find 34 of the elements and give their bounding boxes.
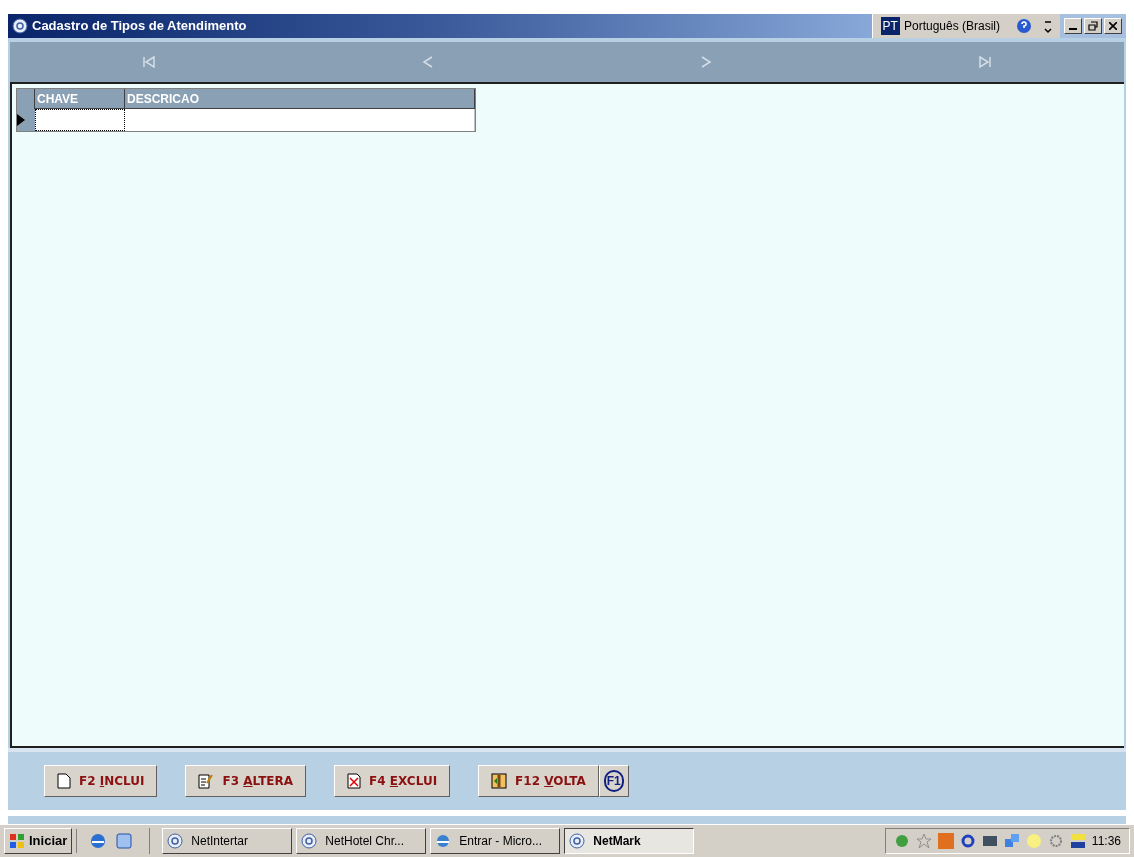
minimize-button[interactable] [1064,18,1082,34]
taskbar-button[interactable]: NetIntertar [162,828,293,854]
action-button[interactable]: F4 EXCLUI [334,765,451,797]
last-record-icon[interactable] [976,54,993,70]
help-button[interactable]: F1 [598,765,629,797]
minimize-icon [1069,28,1077,30]
windows-logo-icon [9,833,25,849]
action-button[interactable]: F3 ALTERA [185,765,307,797]
start-button[interactable]: Iniciar [4,828,73,854]
restore-button[interactable] [1084,18,1102,34]
pencil-document-icon [198,773,215,789]
action-button[interactable]: F2 INCLUI [44,765,158,797]
document-icon [57,773,71,789]
close-icon [1109,22,1117,30]
delete-document-icon [347,773,362,789]
door-icon [491,773,508,789]
restore-icon [1088,21,1098,31]
taskbar-button[interactable]: NetHotel Chr... [296,828,427,854]
help-icon[interactable] [1016,18,1032,34]
language-name[interactable]: Português (Brasil) [903,17,1000,35]
clock: 11:36 [1091,833,1121,850]
taskbar-button[interactable]: NetMark [564,828,695,854]
close-button[interactable] [1104,18,1122,34]
desktop-icon[interactable] [115,832,134,850]
taskbar-button[interactable]: Entrar - Micro... [430,828,561,854]
language-code[interactable]: PT [880,17,900,35]
action-button[interactable]: F12 VOLTA [478,765,599,797]
window-title: Cadastro de Tipos de Atendimento [32,17,247,36]
tray-icon[interactable] [893,833,910,849]
first-record-icon[interactable] [141,54,158,70]
table-cell[interactable] [35,109,125,131]
options-icon[interactable] [1044,18,1052,34]
star-icon[interactable] [915,833,932,849]
monitor-icon[interactable] [981,833,998,849]
